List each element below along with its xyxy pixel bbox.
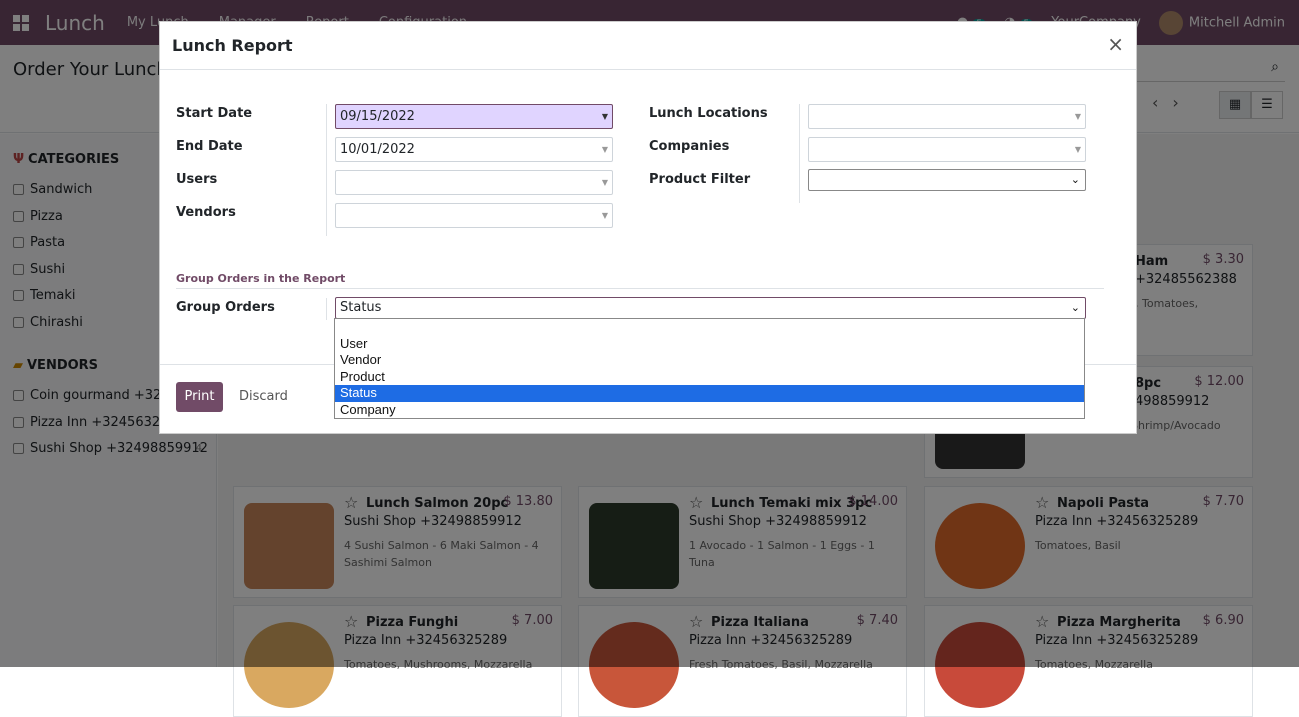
start-date-label: Start Date: [176, 106, 253, 121]
start-date-value: 09/15/2022: [340, 109, 415, 124]
column-divider: [799, 104, 800, 203]
product-filter-select[interactable]: ⌄: [808, 169, 1086, 191]
start-date-field[interactable]: 09/15/2022 ▼: [335, 104, 613, 129]
option-empty[interactable]: [335, 319, 1084, 336]
vendors-label: Vendors: [176, 205, 236, 220]
modal-title: Lunch Report: [172, 36, 293, 55]
group-orders-value: Status: [340, 300, 382, 315]
caret-down-icon[interactable]: ▼: [1075, 105, 1081, 128]
vendors-field[interactable]: ▼: [335, 203, 613, 228]
chevron-down-icon: ⌄: [1070, 173, 1080, 186]
end-date-field[interactable]: 10/01/2022 ▼: [335, 137, 613, 162]
option-status[interactable]: Status: [335, 385, 1084, 402]
chevron-down-icon: ⌄: [1070, 301, 1080, 314]
group-orders-label: Group Orders: [176, 300, 275, 315]
product-filter-label: Product Filter: [649, 172, 751, 187]
section-title: Group Orders in the Report: [176, 272, 346, 285]
caret-down-icon[interactable]: ▼: [602, 138, 608, 161]
group-orders-options: User Vendor Product Status Company: [334, 318, 1085, 419]
end-date-value: 10/01/2022: [340, 142, 415, 157]
option-company[interactable]: Company: [335, 402, 1084, 419]
caret-down-icon[interactable]: ▼: [602, 105, 608, 128]
print-button[interactable]: Print: [176, 382, 223, 412]
column-divider: [326, 298, 327, 320]
close-icon[interactable]: ×: [1107, 32, 1124, 56]
lunch-locations-label: Lunch Locations: [649, 106, 768, 121]
modal-header: Lunch Report ×: [160, 22, 1136, 70]
companies-field[interactable]: ▼: [808, 137, 1086, 162]
option-product[interactable]: Product: [335, 369, 1084, 386]
discard-button[interactable]: Discard: [239, 382, 288, 412]
column-divider: [326, 104, 327, 236]
caret-down-icon[interactable]: ▼: [602, 204, 608, 227]
section-divider: [176, 288, 1104, 289]
option-vendor[interactable]: Vendor: [335, 352, 1084, 369]
users-label: Users: [176, 172, 218, 187]
caret-down-icon[interactable]: ▼: [1075, 138, 1081, 161]
lunch-locations-field[interactable]: ▼: [808, 104, 1086, 129]
companies-label: Companies: [649, 139, 730, 154]
group-orders-select[interactable]: Status ⌄: [335, 297, 1086, 319]
end-date-label: End Date: [176, 139, 243, 154]
caret-down-icon[interactable]: ▼: [602, 171, 608, 194]
users-field[interactable]: ▼: [335, 170, 613, 195]
option-user[interactable]: User: [335, 336, 1084, 353]
